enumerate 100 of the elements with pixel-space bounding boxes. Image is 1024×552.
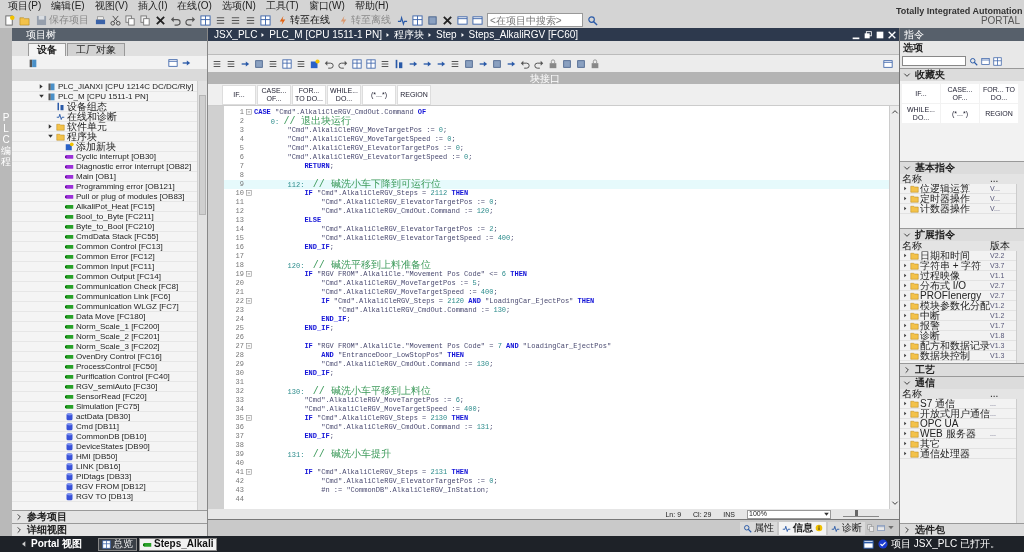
list-icon[interactable] — [230, 14, 241, 26]
tree-item[interactable]: HMI [DB50] — [76, 451, 118, 462]
restore-icon[interactable] — [863, 29, 873, 40]
instruction-item[interactable]: S7 通信 — [920, 398, 990, 409]
block-icon[interactable] — [576, 58, 586, 69]
zoom-slider[interactable] — [843, 511, 879, 517]
scrollbar[interactable] — [197, 81, 207, 510]
instruction-item[interactable]: 定时器操作 — [920, 193, 990, 204]
tree-item[interactable]: LINK [DB16] — [76, 461, 121, 472]
section-header[interactable]: 详细视图 — [12, 523, 207, 536]
block-icon[interactable] — [562, 58, 572, 69]
instruction-item[interactable]: OPC UA — [920, 418, 990, 429]
scrollbar[interactable] — [1016, 184, 1024, 228]
tree-item[interactable]: Byte_to_Bool [FC210] — [76, 221, 155, 232]
tree-item[interactable]: Communication WLGZ [FC7] — [76, 301, 179, 312]
search-icon[interactable] — [969, 56, 978, 66]
triangle-right-icon[interactable] — [47, 123, 54, 130]
instruction-item[interactable]: 配方和数据记录 — [920, 340, 990, 351]
list-icon[interactable] — [245, 14, 256, 26]
instruction-item[interactable]: 计数器操作 — [920, 203, 990, 214]
tree-item[interactable]: Cmd [DB11] — [76, 421, 119, 432]
section-header[interactable]: 收藏夹 — [900, 68, 1024, 81]
tree-item[interactable]: Norm_Scale_1 [FC200] — [76, 321, 160, 332]
list-icon[interactable] — [380, 58, 390, 69]
grid-icon[interactable] — [352, 58, 362, 69]
grid-icon[interactable] — [993, 56, 1002, 66]
tree-item[interactable]: Common Control [FC13] — [76, 241, 163, 252]
instruction-item[interactable]: WEB 服务器 — [920, 428, 990, 439]
tab[interactable]: 属性 — [740, 521, 777, 535]
instruction-item[interactable]: 其它 — [920, 438, 990, 449]
tree-item[interactable]: ProcessControl [FC50] — [76, 361, 157, 372]
grid-icon[interactable] — [282, 58, 292, 69]
redo-icon[interactable] — [338, 58, 348, 69]
instruction-item[interactable]: 开放式用户通信 — [920, 408, 990, 419]
scrollbar[interactable] — [1016, 251, 1024, 363]
window-icon[interactable] — [863, 538, 875, 550]
scrollbar[interactable] — [1016, 399, 1024, 523]
instruction-item[interactable]: 字符串 + 字符 — [920, 260, 990, 271]
tree-item[interactable]: Bool_to_Byte [FC211] — [76, 211, 154, 222]
menu-item[interactable]: 窗口(W) — [303, 0, 350, 12]
tab[interactable]: 设备 — [28, 43, 66, 56]
pulse-icon[interactable] — [397, 14, 408, 26]
panel-icon[interactable] — [457, 14, 468, 26]
instruction-item[interactable]: 日期和时间 — [920, 250, 990, 261]
bars-icon[interactable] — [394, 58, 404, 69]
tree-item[interactable]: OvenDry Control [FC16] — [76, 351, 162, 362]
search-field[interactable]: <在项目中搜索> — [487, 13, 583, 27]
new-file-icon[interactable] — [4, 14, 15, 26]
copy-icon[interactable] — [140, 14, 151, 26]
breadcrumb-item[interactable]: 程序块 — [394, 28, 424, 41]
list-icon[interactable] — [226, 58, 236, 69]
block-icon[interactable] — [254, 58, 264, 69]
redo-icon[interactable] — [185, 14, 196, 26]
device-icon[interactable] — [28, 57, 38, 68]
panel-icon[interactable] — [883, 58, 893, 69]
lock-icon[interactable] — [548, 58, 558, 69]
tree-item[interactable]: 程序块 — [67, 131, 97, 142]
tree-item[interactable]: Common Input [FC11] — [76, 261, 155, 272]
grid-icon[interactable] — [260, 14, 271, 26]
tree-item[interactable]: AlkaliPot_Heat [FC15] — [76, 201, 155, 212]
undo-icon[interactable] — [170, 14, 181, 26]
search-field[interactable] — [902, 56, 966, 66]
tab[interactable]: 诊断 — [828, 521, 865, 535]
toolbar-button[interactable]: 转至在线 — [275, 14, 332, 26]
tree-item[interactable]: Main [OB1] — [76, 171, 116, 182]
menu-item[interactable]: 工具(T) — [260, 0, 304, 12]
tree-item[interactable]: 添加新块 — [76, 141, 116, 152]
instruction-item[interactable]: 中断 — [920, 310, 990, 321]
triangle-right-icon[interactable] — [38, 83, 45, 90]
list-icon[interactable] — [215, 14, 226, 26]
grid-icon[interactable] — [412, 14, 423, 26]
tree-item[interactable]: Data Move [FC180] — [76, 311, 146, 322]
undo-icon[interactable] — [324, 58, 334, 69]
undo-icon[interactable] — [520, 58, 530, 69]
menu-item[interactable]: 视图(V) — [89, 0, 134, 12]
breadcrumb-item[interactable]: Step — [436, 28, 457, 41]
block-icon[interactable] — [464, 58, 474, 69]
tree-item[interactable]: RGV FROM [DB12] — [76, 481, 146, 492]
section-header[interactable]: 基本指令 — [900, 161, 1024, 174]
instruction-item[interactable]: 分布式 I/O — [920, 280, 990, 291]
list-icon[interactable] — [268, 58, 278, 69]
tree-item[interactable]: CommonDB [DB10] — [76, 431, 147, 442]
tree-item[interactable]: Programming error [OB121] — [76, 181, 175, 192]
breadcrumb-item[interactable]: PLC_M [CPU 1511-1 PN] — [269, 28, 382, 41]
taskbar-button[interactable]: Steps_Alkali — [139, 537, 218, 551]
tree-item[interactable]: Norm_Scale_2 [FC201] — [76, 331, 160, 342]
tree-item[interactable]: 软件单元 — [67, 121, 107, 132]
tree-item[interactable]: DeviceStates [DB90] — [76, 441, 150, 452]
tree-item[interactable]: Cyclic interrupt [OB30] — [76, 151, 157, 162]
tree-item[interactable]: actData [DB30] — [76, 411, 131, 422]
menu-item[interactable]: 选项(N) — [216, 0, 261, 12]
instruction-item[interactable]: PROFIenergy — [920, 290, 990, 301]
section-header[interactable]: 扩展指令 — [900, 228, 1024, 241]
menu-item[interactable]: 帮助(H) — [349, 0, 394, 12]
lock-icon[interactable] — [590, 58, 600, 69]
section-header[interactable]: 工艺 — [900, 363, 1024, 376]
instruction-item[interactable]: 过程映像 — [920, 270, 990, 281]
block-icon[interactable] — [492, 58, 502, 69]
grid-icon[interactable] — [366, 58, 376, 69]
section-header[interactable]: 参考项目 — [12, 510, 207, 523]
